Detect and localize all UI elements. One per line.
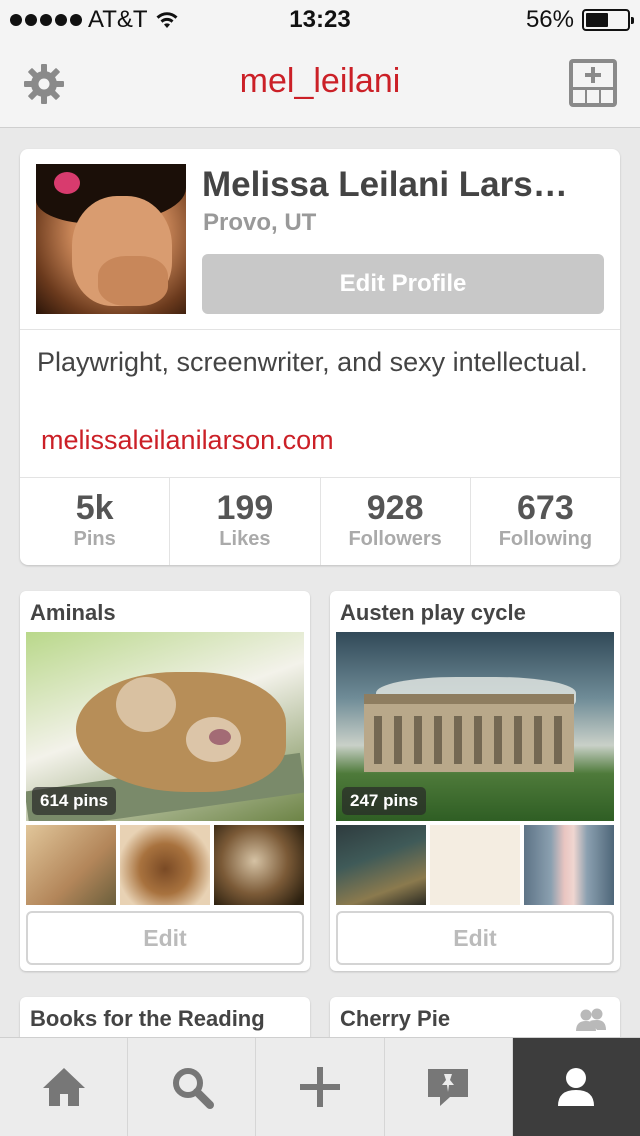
- divider: [20, 329, 620, 330]
- add-pin-icon: [300, 1067, 340, 1107]
- profile-icon: [558, 1068, 595, 1106]
- board-thumbnail[interactable]: [524, 825, 614, 905]
- profile-name: Melissa Leilani Lars…: [202, 165, 568, 204]
- stat-label: Followers: [348, 528, 442, 550]
- stat-following[interactable]: 673 Following: [471, 478, 620, 565]
- board-cover-image[interactable]: 614 pins: [26, 632, 304, 821]
- board-thumbnail[interactable]: [120, 825, 210, 905]
- stat-value: 5k: [75, 489, 114, 527]
- pin-count-badge: 614 pins: [32, 787, 117, 815]
- tab-search[interactable]: [128, 1038, 257, 1136]
- board-thumbnail[interactable]: [214, 825, 304, 905]
- board-card-austen-play-cycle[interactable]: Austen play cycle 247 pins Edit: [330, 591, 620, 971]
- tab-home[interactable]: [0, 1038, 129, 1136]
- nav-bar: mel_leilani: [0, 40, 640, 128]
- board-card-aminals[interactable]: Aminals 614 pins Edit: [20, 591, 310, 971]
- news-icon: [428, 1069, 469, 1106]
- board-title: Austen play cycle: [340, 600, 526, 625]
- board-title: Aminals: [30, 600, 116, 625]
- profile-card: Melissa Leilani Lars… Provo, UT Edit Pro…: [20, 149, 620, 565]
- board-edit-button[interactable]: Edit: [336, 911, 614, 965]
- profile-stats: 5k Pins 199 Likes 928 Followers 673 Foll…: [20, 478, 620, 565]
- battery-percent: 56%: [525, 6, 574, 33]
- status-bar: AT&T 13:23 56%: [0, 0, 640, 40]
- stat-label: Following: [498, 528, 593, 550]
- board-title: Books for the Reading: [30, 1006, 265, 1031]
- edit-profile-button[interactable]: Edit Profile: [202, 254, 604, 314]
- page-title: mel_leilani: [239, 62, 401, 100]
- group-board-icon: [576, 1008, 606, 1031]
- pin-count-badge: 247 pins: [342, 787, 427, 815]
- stat-pins[interactable]: 5k Pins: [20, 478, 171, 565]
- stat-label: Likes: [219, 528, 271, 550]
- profile-website-link[interactable]: melissaleilanilarson.com: [41, 425, 334, 456]
- tab-profile[interactable]: [512, 1038, 640, 1136]
- board-title: Cherry Pie: [340, 1006, 451, 1031]
- board-cover-image[interactable]: 247 pins: [336, 632, 614, 821]
- battery-fill: [586, 13, 609, 27]
- stat-likes[interactable]: 199 Likes: [170, 478, 321, 565]
- stat-value: 928: [366, 489, 424, 527]
- home-icon: [42, 1068, 85, 1106]
- board-thumbnail[interactable]: [26, 825, 116, 905]
- stat-value: 673: [517, 489, 574, 527]
- tab-add-pin[interactable]: [256, 1038, 385, 1136]
- board-thumbnail[interactable]: [430, 825, 520, 905]
- profile-bio: Playwright, screenwriter, and sexy intel…: [37, 347, 588, 377]
- battery-icon: [582, 9, 634, 31]
- stat-value: 199: [216, 489, 274, 527]
- stat-label: Pins: [73, 528, 116, 550]
- profile-location: Provo, UT: [203, 209, 317, 236]
- stat-followers[interactable]: 928 Followers: [321, 478, 471, 565]
- status-right: 56%: [525, 6, 634, 34]
- add-board-icon[interactable]: [568, 58, 618, 108]
- tab-bar: [0, 1037, 640, 1136]
- tab-news[interactable]: [385, 1038, 513, 1136]
- board-thumbnail[interactable]: [336, 825, 426, 905]
- search-icon: [172, 1068, 214, 1109]
- board-edit-button[interactable]: Edit: [26, 911, 304, 965]
- avatar[interactable]: [36, 164, 186, 314]
